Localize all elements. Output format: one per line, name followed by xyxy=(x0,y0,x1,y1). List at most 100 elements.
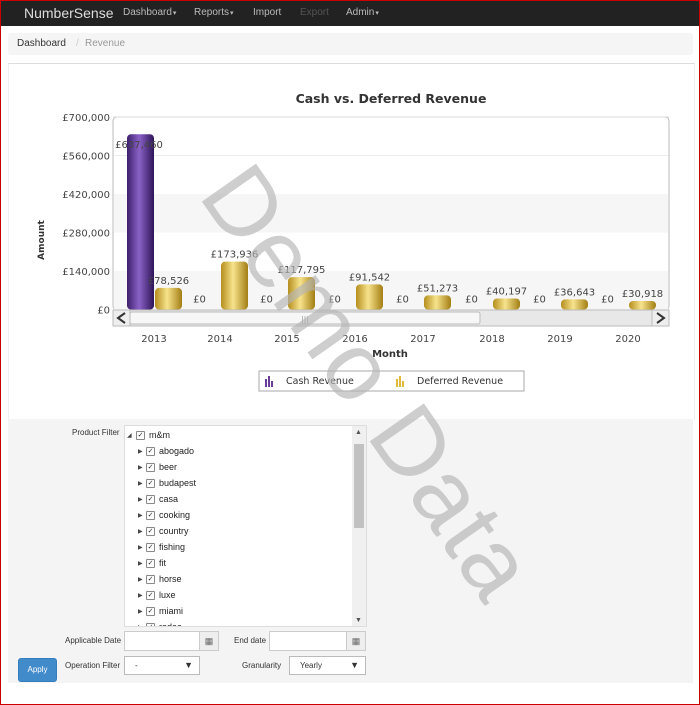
product-filter-label: Product Filter xyxy=(72,428,120,437)
scroll-grip-icon: ||| xyxy=(301,315,309,324)
checkbox-icon[interactable]: ✓ xyxy=(146,527,155,536)
checkbox-icon[interactable]: ✓ xyxy=(146,607,155,616)
grid-band xyxy=(114,194,668,233)
end-date-input[interactable]: ▦ xyxy=(269,631,366,651)
y-tick-label: £280,000 xyxy=(62,229,110,240)
tree-item[interactable]: ▶ ✓ budapest xyxy=(125,477,350,493)
bar-deferred[interactable] xyxy=(288,277,315,310)
checkbox-icon[interactable]: ✓ xyxy=(136,431,145,440)
x-tick-label: 2014 xyxy=(207,334,232,345)
x-tick-label: 2016 xyxy=(342,334,367,345)
tree-item[interactable]: ▶✓rodeo xyxy=(125,621,350,626)
scroll-down-icon[interactable]: ▼ xyxy=(355,617,362,624)
tree-expand-icon[interactable]: ▶ xyxy=(138,464,143,471)
data-label: £0 xyxy=(260,295,273,306)
tree-item[interactable]: ▶ ✓ beer xyxy=(125,461,350,477)
y-axis-label: Amount xyxy=(37,219,47,259)
tree-expand-icon[interactable]: ◢ xyxy=(127,432,132,439)
apply-button[interactable]: Apply xyxy=(18,658,57,682)
y-tick-label: £700,000 xyxy=(62,113,110,124)
tree-expand-icon[interactable]: ▶ xyxy=(138,512,143,519)
tree-expand-icon[interactable]: ▶ xyxy=(138,608,143,615)
bar-deferred[interactable] xyxy=(424,295,451,310)
dropdown-arrow-icon: ▼ xyxy=(350,660,359,670)
end-date-label: End date xyxy=(234,636,267,645)
tree-root[interactable]: ◢ ✓ m&m xyxy=(125,429,350,445)
tree-item[interactable]: ▶ ✓ luxe xyxy=(125,589,350,605)
bar-deferred[interactable] xyxy=(561,299,588,310)
bar-deferred[interactable] xyxy=(155,287,182,310)
checkbox-icon[interactable]: ✓ xyxy=(146,591,155,600)
data-label: £91,542 xyxy=(349,272,390,283)
product-filter-tree[interactable]: ◢ ✓ m&m ▶ ✓ abogado ▶ ✓ beer ▶ ✓ budapest ▶ ✓ casa ▶… xyxy=(124,425,367,627)
checkbox-icon[interactable]: ✓ xyxy=(146,511,155,520)
tree-expand-icon[interactable]: ▶ xyxy=(138,592,143,599)
tree-item[interactable]: ▶ ✓ miami xyxy=(125,605,350,621)
data-label: £117,795 xyxy=(278,265,326,276)
bar-deferred[interactable] xyxy=(629,300,656,310)
bar-deferred[interactable] xyxy=(221,261,248,310)
data-label: £78,526 xyxy=(148,276,189,287)
x-tick-label: 2017 xyxy=(410,334,435,345)
tree-item[interactable]: ▶ ✓ casa xyxy=(125,493,350,509)
granularity-select[interactable]: Yearly ▼ xyxy=(289,656,366,675)
data-label: £0 xyxy=(601,295,614,306)
checkbox-icon[interactable]: ✓ xyxy=(146,479,155,488)
tree-expand-icon[interactable]: ▶ xyxy=(138,448,143,455)
checkbox-icon[interactable]: ✓ xyxy=(146,463,155,472)
checkbox-icon[interactable]: ✓ xyxy=(146,575,155,584)
data-label: £173,936 xyxy=(211,250,259,261)
tree-item[interactable]: ▶ ✓ abogado xyxy=(125,445,350,461)
x-tick-label: 2013 xyxy=(141,334,166,345)
data-label: £36,643 xyxy=(554,287,595,298)
chart-title: Cash vs. Deferred Revenue xyxy=(296,91,487,106)
scroll-right-button[interactable] xyxy=(651,309,670,327)
calendar-icon[interactable]: ▦ xyxy=(346,632,365,650)
tree-item[interactable]: ▶ ✓ country xyxy=(125,525,350,541)
bar-deferred[interactable] xyxy=(356,284,383,310)
y-tick-label: £0 xyxy=(97,306,110,317)
scroll-left-button[interactable] xyxy=(112,309,131,327)
scroll-up-icon[interactable]: ▲ xyxy=(355,429,362,436)
data-label: £637,460 xyxy=(115,140,163,151)
x-tick-label: 2020 xyxy=(615,334,640,345)
tree-scrollbar[interactable]: ▲ ▼ xyxy=(352,426,366,626)
checkbox-icon[interactable]: ✓ xyxy=(146,447,155,456)
checkbox-icon[interactable]: ✓ xyxy=(146,495,155,504)
x-axis-label: Month xyxy=(372,349,408,360)
legend-cash-swatch xyxy=(265,379,267,387)
operation-filter-select[interactable]: - ▼ xyxy=(124,656,200,675)
checkbox-icon[interactable]: ✓ xyxy=(146,623,155,626)
data-label: £0 xyxy=(533,295,546,306)
y-tick-label: £420,000 xyxy=(62,190,110,201)
bar-deferred[interactable] xyxy=(493,298,520,310)
grid-band xyxy=(114,155,668,194)
calendar-icon[interactable]: ▦ xyxy=(199,632,218,650)
tree-item[interactable]: ▶ ✓ horse xyxy=(125,573,350,589)
data-label: £30,918 xyxy=(622,289,663,300)
y-tick-label: £140,000 xyxy=(62,267,110,278)
tree-expand-icon[interactable]: ▶ xyxy=(138,528,143,535)
data-label: £0 xyxy=(396,295,409,306)
tree-scroll-thumb[interactable] xyxy=(354,444,364,528)
y-tick-label: £560,000 xyxy=(62,152,110,163)
tree-item[interactable]: ▶ ✓ fishing xyxy=(125,541,350,557)
x-tick-label: 2019 xyxy=(547,334,572,345)
tree-expand-icon[interactable]: ▶ xyxy=(138,576,143,583)
data-label: £0 xyxy=(193,295,206,306)
granularity-label: Granularity xyxy=(242,661,282,670)
tree-expand-icon[interactable]: ▶ xyxy=(138,480,143,487)
tree-expand-icon[interactable]: ▶ xyxy=(138,560,143,567)
checkbox-icon[interactable]: ✓ xyxy=(146,543,155,552)
data-label: £0 xyxy=(465,295,478,306)
tree-expand-icon[interactable]: ▶ xyxy=(138,544,143,551)
data-label: £0 xyxy=(328,295,341,306)
data-label: £40,197 xyxy=(486,286,527,297)
tree-expand-icon[interactable]: ▶ xyxy=(138,624,143,626)
tree-item[interactable]: ▶ ✓ cooking xyxy=(125,509,350,525)
applicable-date-input[interactable]: ▦ xyxy=(124,631,219,651)
checkbox-icon[interactable]: ✓ xyxy=(146,559,155,568)
tree-item[interactable]: ▶ ✓ fit xyxy=(125,557,350,573)
dropdown-arrow-icon: ▼ xyxy=(184,660,193,670)
tree-expand-icon[interactable]: ▶ xyxy=(138,496,143,503)
